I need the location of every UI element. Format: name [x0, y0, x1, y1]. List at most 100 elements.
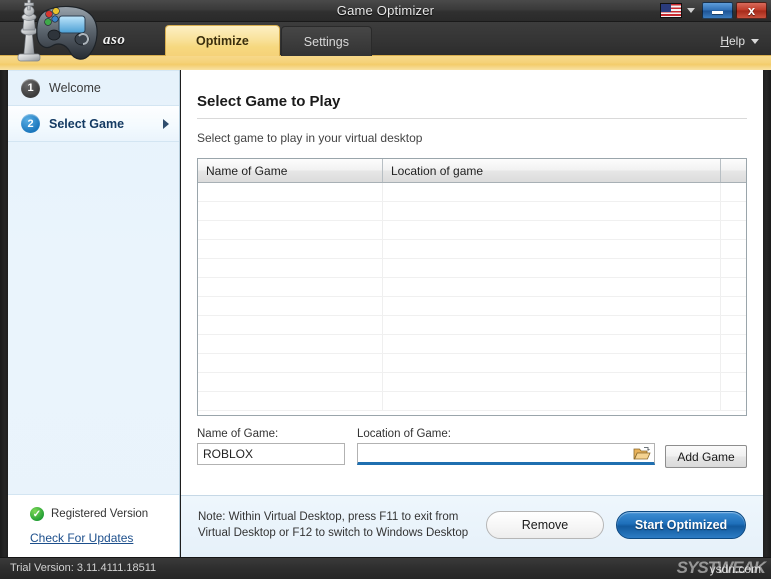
table-cell — [721, 183, 746, 201]
header-gold-strip — [0, 55, 771, 70]
location-input-wrap — [357, 443, 655, 465]
games-table[interactable]: Name of Game Location of game — [197, 158, 747, 416]
window-right-edge — [763, 70, 771, 557]
tab-settings[interactable]: Settings — [281, 26, 372, 56]
table-row[interactable] — [198, 240, 746, 259]
table-cell — [383, 259, 721, 277]
table-cell — [721, 335, 746, 353]
table-cell — [383, 316, 721, 334]
table-row[interactable] — [198, 278, 746, 297]
tab-optimize[interactable]: Optimize — [165, 25, 280, 56]
table-cell — [198, 335, 383, 353]
name-of-game-label: Name of Game: — [197, 428, 345, 440]
trial-version-label: Trial Version: 3.11.4111.18511 — [10, 562, 156, 574]
table-cell — [721, 354, 746, 372]
table-cell — [383, 392, 721, 410]
table-row[interactable] — [198, 392, 746, 411]
table-cell — [198, 202, 383, 220]
table-row[interactable] — [198, 354, 746, 373]
sidebar-footer: ✓ Registered Version Check For Updates — [8, 494, 179, 557]
table-row[interactable] — [198, 335, 746, 354]
table-cell — [383, 373, 721, 391]
location-of-game-input[interactable] — [357, 443, 655, 465]
sidebar-item-label: Welcome — [49, 81, 101, 95]
table-row[interactable] — [198, 183, 746, 202]
table-cell — [198, 392, 383, 410]
table-row[interactable] — [198, 202, 746, 221]
table-cell — [383, 202, 721, 220]
name-of-game-field-group: Name of Game: — [197, 428, 345, 465]
table-cell — [383, 335, 721, 353]
note-line-1: Note: Within Virtual Desktop, press F11 … — [198, 509, 468, 525]
table-cell — [383, 240, 721, 258]
sidebar-item-select-game[interactable]: 2 Select Game — [8, 106, 179, 142]
remove-button-label: Remove — [522, 518, 569, 532]
virtual-desktop-note: Note: Within Virtual Desktop, press F11 … — [198, 509, 468, 541]
minimize-icon — [712, 11, 723, 14]
brand-label: aso — [103, 32, 125, 49]
table-cell — [383, 278, 721, 296]
table-cell — [198, 354, 383, 372]
table-row[interactable] — [198, 221, 746, 240]
main-content: Select Game to Play Select game to play … — [181, 70, 763, 557]
start-optimized-button-label: Start Optimized — [635, 518, 727, 532]
systweak-watermark: SYSTWEAK — [677, 558, 765, 578]
registered-status: ✓ Registered Version — [8, 503, 179, 531]
table-cell — [721, 221, 746, 239]
table-cell — [198, 183, 383, 201]
table-cell — [721, 202, 746, 220]
table-cell — [198, 316, 383, 334]
window-controls: x — [660, 2, 767, 19]
add-game-button[interactable]: Add Game — [665, 445, 747, 468]
minimize-button[interactable] — [702, 2, 733, 19]
column-header-extra[interactable] — [721, 159, 746, 182]
sidebar-item-welcome[interactable]: 1 Welcome — [8, 70, 179, 106]
table-body[interactable] — [198, 183, 746, 415]
page-subtitle: Select game to play in your virtual desk… — [197, 131, 422, 145]
table-cell — [721, 278, 746, 296]
sidebar-item-label: Select Game — [49, 117, 124, 131]
close-button[interactable]: x — [736, 2, 767, 19]
table-row[interactable] — [198, 297, 746, 316]
step-number-badge: 1 — [21, 79, 40, 98]
location-of-game-label: Location of Game: — [357, 428, 655, 440]
watermark-overlay-text: ysdn.com — [710, 562, 761, 576]
table-cell — [198, 297, 383, 315]
green-check-icon: ✓ — [30, 507, 44, 521]
title-divider — [197, 118, 747, 119]
registered-label: Registered Version — [51, 508, 148, 520]
tab-optimize-label: Optimize — [196, 34, 249, 48]
status-bar: Trial Version: 3.11.4111.18511 SYSTWEAK … — [0, 557, 771, 579]
column-header-location-of-game[interactable]: Location of game — [383, 159, 721, 182]
folder-open-icon[interactable] — [633, 446, 651, 461]
column-header-name-of-game[interactable]: Name of Game — [198, 159, 383, 182]
start-optimized-button[interactable]: Start Optimized — [616, 511, 746, 539]
tab-settings-label: Settings — [304, 35, 349, 49]
table-cell — [198, 278, 383, 296]
chevron-right-icon — [163, 119, 169, 129]
table-cell — [721, 240, 746, 258]
help-menu[interactable]: Help — [720, 34, 759, 48]
table-row[interactable] — [198, 316, 746, 335]
table-cell — [721, 392, 746, 410]
chevron-down-icon[interactable] — [687, 8, 695, 13]
table-row[interactable] — [198, 373, 746, 392]
main-footer: Note: Within Virtual Desktop, press F11 … — [181, 495, 763, 557]
check-for-updates-link[interactable]: Check For Updates — [8, 531, 179, 545]
window-left-edge — [0, 70, 8, 557]
close-icon: x — [748, 3, 755, 18]
title-bar: Game Optimizer x — [0, 0, 771, 22]
table-cell — [198, 259, 383, 277]
sidebar: 1 Welcome 2 Select Game ✓ Registered Ver… — [8, 70, 180, 557]
name-of-game-input[interactable] — [197, 443, 345, 465]
table-cell — [383, 183, 721, 201]
game-optimizer-window: Game Optimizer x — [0, 0, 771, 579]
table-cell — [721, 259, 746, 277]
us-flag-icon[interactable] — [660, 3, 682, 18]
remove-button[interactable]: Remove — [486, 511, 604, 539]
help-menu-label: Help — [720, 34, 745, 48]
note-line-2: Virtual Desktop or F12 to switch to Wind… — [198, 525, 468, 541]
tab-bar: Optimize Settings — [165, 25, 373, 56]
table-row[interactable] — [198, 259, 746, 278]
table-cell — [198, 373, 383, 391]
